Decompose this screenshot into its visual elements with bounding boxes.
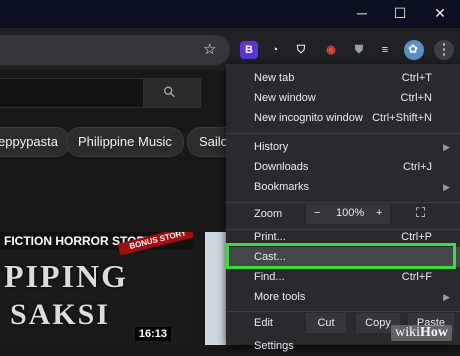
- menu-item-more-tools[interactable]: More tools ▶: [226, 287, 460, 307]
- minimize-button[interactable]: ─: [352, 4, 372, 22]
- chip-philippine-music[interactable]: Philippine Music: [66, 127, 184, 157]
- close-window-button[interactable]: ✕: [430, 4, 450, 22]
- profile-icon: ✿: [408, 42, 419, 56]
- menu-item-history[interactable]: History ▶: [226, 137, 460, 157]
- chip-creepypasta[interactable]: eppypasta: [0, 127, 70, 157]
- menu-separator: [226, 311, 460, 312]
- video-thumbnail-2[interactable]: [205, 232, 227, 345]
- thumbnail-title-line1: PIPING: [4, 258, 128, 294]
- thumbnail-title-line2: SAKSI: [10, 298, 111, 331]
- zoom-level: 100%: [336, 207, 365, 219]
- edit-cut-button[interactable]: Cut: [306, 313, 346, 333]
- zoom-out-button[interactable]: −: [314, 207, 320, 219]
- search-input[interactable]: [0, 78, 144, 108]
- menu-item-bookmarks[interactable]: Bookmarks ▶: [226, 177, 460, 197]
- bitwarden-icon[interactable]: B: [240, 41, 258, 59]
- search-button[interactable]: ⚲: [143, 78, 201, 108]
- zoom-controls: − 100% +: [306, 204, 390, 224]
- search-icon: ⚲: [159, 82, 180, 103]
- submenu-arrow-icon: ▶: [443, 292, 450, 302]
- cast-highlight-box: [226, 243, 456, 269]
- address-bar[interactable]: ☆: [0, 35, 230, 65]
- zoom-in-button[interactable]: +: [376, 207, 382, 219]
- video-duration: 16:13: [134, 327, 171, 341]
- fullscreen-icon[interactable]: ⛶: [416, 205, 425, 221]
- menu-item-new-tab[interactable]: New tab Ctrl+T: [226, 68, 460, 88]
- media-queue-icon[interactable]: ≡: [376, 41, 394, 59]
- menu-item-find[interactable]: Find... Ctrl+F: [226, 267, 460, 287]
- menu-item-new-incognito-window[interactable]: New incognito window Ctrl+Shift+N: [226, 108, 460, 128]
- profile-avatar[interactable]: ✿: [404, 40, 424, 60]
- menu-separator: [226, 202, 460, 203]
- title-bar: ─ ☐ ✕: [0, 0, 460, 28]
- maximize-button[interactable]: ☐: [390, 4, 410, 22]
- menu-item-new-window[interactable]: New window Ctrl+N: [226, 88, 460, 108]
- screenshot-icon[interactable]: ◉: [322, 41, 340, 59]
- bookmark-star-icon[interactable]: ☆: [203, 40, 216, 58]
- wikihow-watermark: wikiHow: [391, 325, 452, 341]
- menu-separator: [226, 133, 460, 134]
- submenu-arrow-icon: ▶: [443, 182, 450, 192]
- shield-badge-icon[interactable]: ⛊: [350, 41, 368, 59]
- chrome-menu-button[interactable]: ⋮: [434, 40, 454, 60]
- speed-icon[interactable]: ◔: [266, 41, 284, 59]
- chrome-main-menu: New tab Ctrl+T New window Ctrl+N New incog…: [226, 64, 460, 352]
- video-thumbnail[interactable]: FICTION HORROR STORY BONUS STORY PIPING …: [0, 232, 193, 345]
- submenu-arrow-icon: ▶: [443, 142, 450, 152]
- menu-item-downloads[interactable]: Downloads Ctrl+J: [226, 157, 460, 177]
- shield-extension-icon[interactable]: ⛉: [292, 41, 310, 59]
